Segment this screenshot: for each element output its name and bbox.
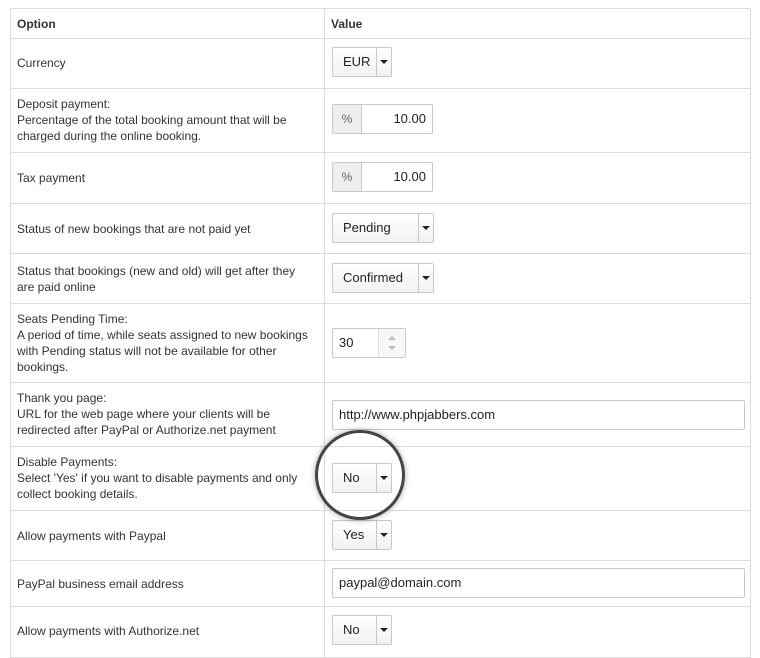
percent-addon: %: [333, 163, 362, 191]
spinner-buttons[interactable]: [378, 329, 405, 357]
paypal-allow-value: Yes: [343, 527, 365, 542]
table-header: Option Value: [10, 9, 751, 39]
paid-booking-status-select[interactable]: Confirmed: [332, 263, 434, 293]
chevron-down-icon: [418, 214, 433, 242]
deposit-value: 10.00: [393, 111, 426, 126]
highlight-circle: [315, 430, 405, 520]
thank-you-url-value: http://www.phpjabbers.com: [339, 407, 496, 422]
table-row: Allow payments with Paypal Yes: [10, 511, 751, 561]
value-column-header: Value: [331, 17, 363, 31]
option-column-header: Option: [17, 17, 56, 31]
table-row: Status that bookings (new and old) will …: [10, 254, 751, 304]
table-row: Status of new bookings that are not paid…: [10, 204, 751, 254]
chevron-down-icon[interactable]: [388, 346, 396, 350]
pending-time-value: 30: [339, 335, 354, 350]
percent-addon: %: [333, 105, 362, 133]
table-row: Seats Pending Time: A period of time, wh…: [10, 304, 751, 383]
authorize-allow-select[interactable]: No: [332, 615, 392, 645]
table-row: Allow payments with Authorize.net No: [10, 607, 751, 658]
option-label: Disable Payments: Select 'Yes' if you wa…: [17, 455, 298, 501]
options-table: Option Value Currency EUR Deposit paymen…: [10, 8, 751, 658]
currency-select[interactable]: EUR: [332, 47, 392, 77]
paypal-email-input[interactable]: paypal@domain.com: [332, 568, 745, 598]
option-label: Seats Pending Time: A period of time, wh…: [17, 312, 308, 374]
option-label: Thank you page: URL for the web page whe…: [17, 391, 276, 437]
new-booking-status-select[interactable]: Pending: [332, 213, 434, 243]
option-label: Status of new bookings that are not paid…: [17, 222, 251, 236]
thank-you-url-input[interactable]: http://www.phpjabbers.com: [332, 400, 745, 430]
deposit-payment-input[interactable]: % 10.00: [332, 104, 433, 134]
table-row: PayPal business email address paypal@dom…: [10, 561, 751, 607]
chevron-down-icon: [376, 48, 391, 76]
option-label: Currency: [17, 56, 66, 70]
currency-value: EUR: [343, 54, 371, 69]
option-label: Status that bookings (new and old) will …: [17, 264, 296, 294]
option-label: Tax payment: [17, 171, 86, 185]
tax-value: 10.00: [393, 169, 426, 184]
chevron-down-icon: [418, 264, 433, 292]
chevron-up-icon[interactable]: [388, 336, 396, 340]
status-value: Pending: [343, 220, 391, 235]
pending-time-spinner[interactable]: 30: [332, 328, 406, 358]
option-label: Deposit payment: Percentage of the total…: [17, 97, 287, 143]
table-row: Currency EUR: [10, 38, 751, 89]
paypal-allow-select[interactable]: Yes: [332, 520, 392, 550]
tax-payment-input[interactable]: % 10.00: [332, 162, 433, 192]
option-label: Allow payments with Authorize.net: [17, 624, 200, 638]
option-label: Allow payments with Paypal: [17, 529, 166, 543]
paypal-email-value: paypal@domain.com: [339, 575, 462, 590]
chevron-down-icon: [376, 521, 391, 549]
status-value: Confirmed: [343, 270, 403, 285]
table-row: Tax payment % 10.00: [10, 153, 751, 204]
option-label: PayPal business email address: [17, 577, 184, 591]
table-row: Deposit payment: Percentage of the total…: [10, 89, 751, 153]
